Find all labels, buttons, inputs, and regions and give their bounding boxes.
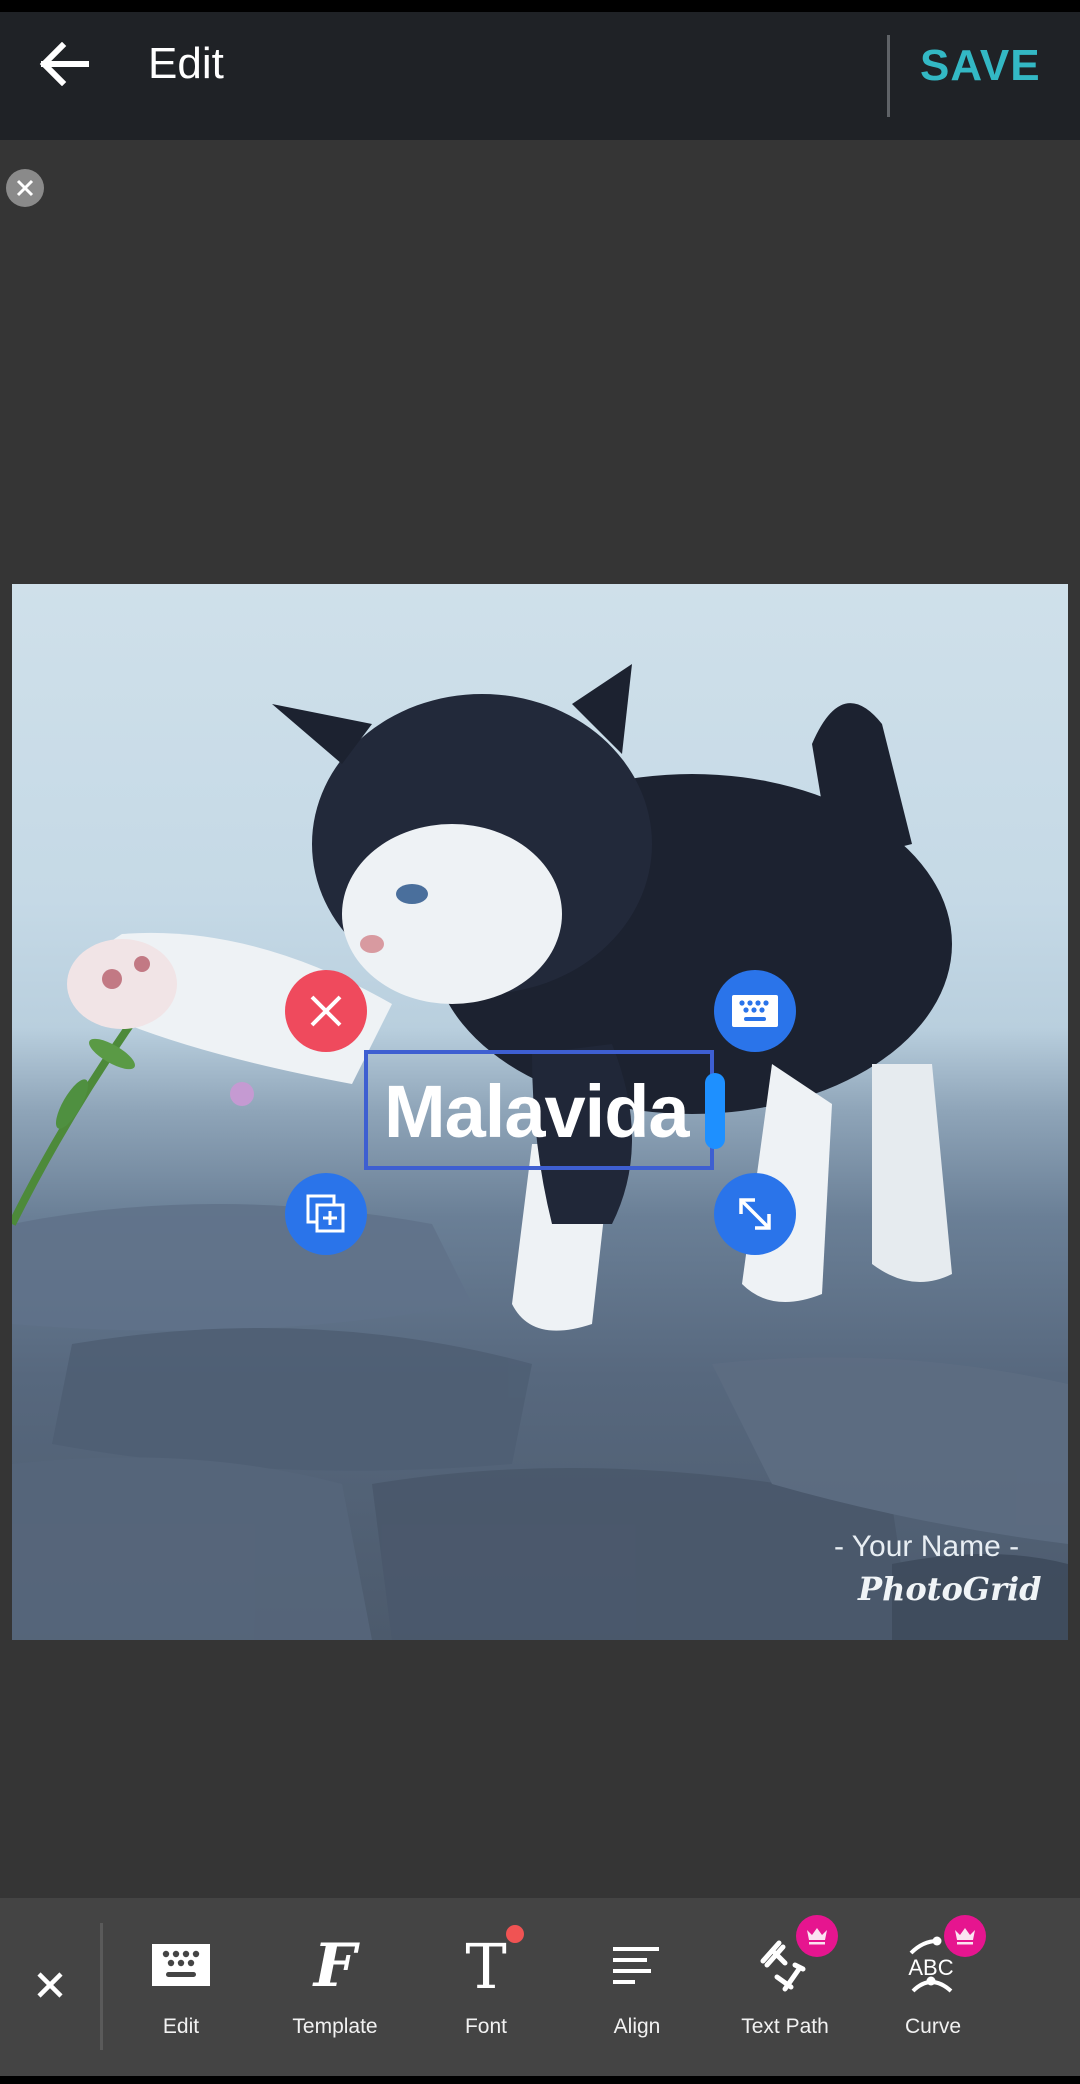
duplicate-icon bbox=[306, 1194, 345, 1233]
keyboard-icon bbox=[732, 995, 778, 1027]
delete-sticker-button[interactable] bbox=[285, 970, 367, 1052]
save-button[interactable]: SAVE bbox=[920, 38, 1041, 94]
text-cursor-handle[interactable] bbox=[705, 1073, 725, 1149]
tool-edit[interactable]: Edit bbox=[106, 1915, 256, 2065]
crown-icon bbox=[955, 1928, 975, 1945]
header-divider bbox=[887, 35, 890, 117]
canvas-close-button[interactable] bbox=[6, 169, 44, 207]
duplicate-sticker-button[interactable] bbox=[285, 1173, 367, 1255]
navigation-bar bbox=[0, 2076, 1080, 2084]
align-left-icon bbox=[613, 1947, 659, 1984]
page-title: Edit bbox=[148, 39, 224, 88]
toolbar-divider bbox=[100, 1923, 103, 2050]
tool-label: Edit bbox=[162, 2015, 200, 2038]
crown-icon bbox=[807, 1928, 827, 1945]
arrow-left-icon bbox=[39, 42, 89, 86]
tool-template[interactable]: F Template bbox=[260, 1915, 410, 2065]
tool-label: Curve bbox=[904, 2015, 962, 2038]
serif-t-icon: T bbox=[465, 1936, 506, 1994]
back-button[interactable] bbox=[30, 30, 98, 98]
keyboard-button[interactable] bbox=[714, 970, 796, 1052]
tool-align[interactable]: Align bbox=[562, 1915, 712, 2065]
text-sticker[interactable]: Malavida bbox=[384, 1070, 690, 1154]
watermark-brand: PhotoGrid bbox=[858, 1570, 1042, 1608]
new-badge-dot bbox=[506, 1925, 524, 1943]
tool-curve[interactable]: ABC Curve bbox=[858, 1915, 1008, 2065]
resize-sticker-button[interactable] bbox=[714, 1173, 796, 1255]
tool-partial[interactable] bbox=[1010, 1915, 1080, 2065]
tool-font[interactable]: T Font bbox=[411, 1915, 561, 2065]
resize-diagonal-icon bbox=[739, 1198, 771, 1230]
tool-label: Template bbox=[292, 2015, 378, 2038]
toolbar-close-button[interactable] bbox=[20, 1955, 80, 2015]
tool-label: Text Path bbox=[741, 2015, 829, 2038]
tool-label: Align bbox=[613, 2015, 661, 2038]
close-icon bbox=[37, 1972, 63, 1998]
script-f-icon: F bbox=[312, 1936, 360, 1994]
tool-text-path[interactable]: Text Path bbox=[710, 1915, 860, 2065]
watermark-name: - Your Name - bbox=[834, 1530, 1020, 1563]
svg-text:ABC: ABC bbox=[908, 1955, 953, 1980]
close-icon bbox=[310, 995, 342, 1027]
svg-text:T: T bbox=[465, 1936, 506, 1994]
close-icon bbox=[16, 179, 34, 197]
svg-text:F: F bbox=[312, 1936, 360, 1994]
premium-badge bbox=[796, 1915, 838, 1957]
keyboard-icon bbox=[152, 1944, 210, 1986]
tool-label: Font bbox=[464, 2015, 508, 2038]
status-bar bbox=[0, 0, 1080, 12]
premium-badge bbox=[944, 1915, 986, 1957]
